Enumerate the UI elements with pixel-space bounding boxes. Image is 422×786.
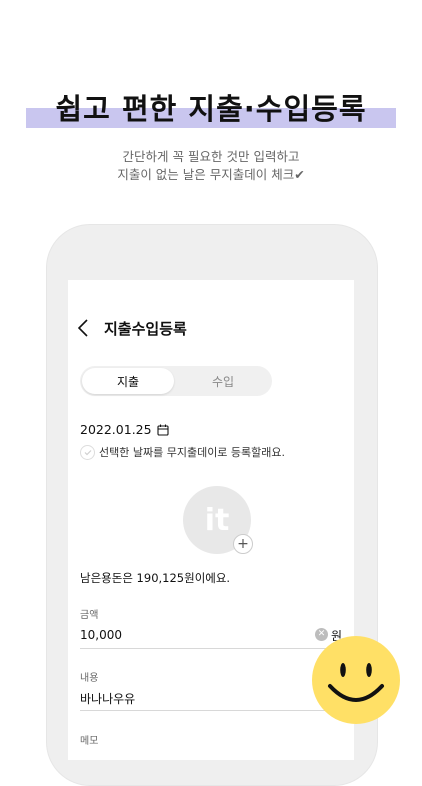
- type-segmented-control: 지출 수입: [80, 366, 272, 396]
- subtitle-line-2: 지출이 없는 날은 무지출데이 체크✔: [117, 167, 305, 182]
- tab-expense[interactable]: 지출: [82, 368, 174, 394]
- plus-icon[interactable]: +: [233, 534, 253, 554]
- amount-label: 금액: [80, 610, 99, 621]
- content-input[interactable]: 바나나우유: [80, 690, 135, 707]
- calendar-icon[interactable]: [157, 424, 169, 436]
- date-picker[interactable]: 2022.01.25: [80, 422, 169, 437]
- smiley-icon: [312, 636, 400, 724]
- headline: 쉽고 편한 지출·수입등록: [55, 92, 367, 126]
- content-label: 내용: [80, 673, 99, 684]
- subtitle: 간단하게 꼭 필요한 것만 입력하고 지출이 없는 날은 무지출데이 체크✔: [0, 148, 422, 184]
- amount-underline: [80, 648, 342, 649]
- headline-container: 쉽고 편한 지출·수입등록: [0, 86, 422, 128]
- no-spend-day-label: 선택한 날짜를 무지출데이로 등록할래요.: [99, 446, 286, 459]
- subtitle-line-1: 간단하게 꼭 필요한 것만 입력하고: [122, 149, 300, 164]
- check-icon: [80, 444, 95, 460]
- nav-bar: 지출수입등록: [78, 316, 187, 340]
- chevron-left-icon[interactable]: [78, 316, 98, 340]
- balance-text: 남은용돈은 190,125원이에요.: [80, 571, 231, 585]
- page-title: 지출수입등록: [104, 319, 187, 338]
- amount-input[interactable]: 10,000: [80, 628, 122, 642]
- no-spend-day-checkbox[interactable]: 선택한 날짜를 무지출데이로 등록할래요.: [80, 444, 285, 460]
- tab-income[interactable]: 수입: [176, 368, 270, 394]
- avatar-text: it: [204, 502, 230, 538]
- content-underline: [80, 710, 342, 711]
- date-value: 2022.01.25: [80, 422, 152, 437]
- memo-label: 메모: [80, 736, 99, 747]
